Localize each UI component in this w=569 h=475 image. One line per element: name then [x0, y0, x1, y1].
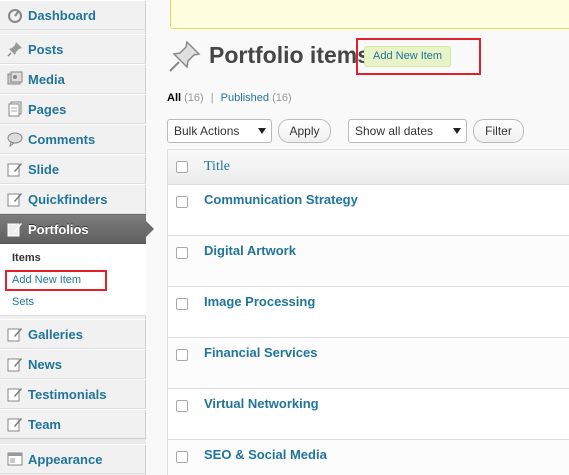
row-title-link[interactable]: Digital Artwork — [204, 243, 296, 258]
annotation-highlight-box — [356, 38, 481, 75]
date-filter-select[interactable]: Show all dates — [348, 119, 467, 143]
filter-published-count: (16) — [272, 92, 292, 104]
sidebar-item-quickfinders[interactable]: Quickfinders — [0, 184, 146, 214]
sidebar-item-comments[interactable]: Comments — [0, 124, 146, 154]
date-filter-value: Show all dates — [355, 124, 434, 138]
sidebar-item-posts[interactable]: Posts — [0, 34, 146, 64]
comment-bubble-icon — [6, 130, 24, 148]
row-title-link[interactable]: Virtual Networking — [204, 396, 319, 411]
row-title-link[interactable]: Image Processing — [204, 294, 315, 309]
filter-button-label: Filter — [485, 124, 512, 138]
edit-page-icon — [6, 415, 24, 433]
row-checkbox[interactable] — [176, 247, 188, 259]
row-title-link[interactable]: SEO & Social Media — [204, 447, 327, 462]
sidebar-item-label: News — [28, 356, 62, 372]
filter-all-link[interactable]: All — [167, 92, 181, 104]
sidebar-item-galleries[interactable]: Galleries — [0, 319, 146, 349]
table-header: Title — [168, 150, 569, 185]
sidebar-item-team[interactable]: Team — [0, 409, 146, 439]
filter-button[interactable]: Filter — [473, 119, 524, 143]
admin-notice — [170, 0, 569, 29]
table-row: Communication Strategy — [168, 185, 569, 236]
sidebar-item-label: Testimonials — [28, 386, 107, 402]
sidebar-item-label: Appearance — [28, 451, 103, 467]
sidebar-item-label: Comments — [28, 131, 96, 147]
apply-button-label: Apply — [289, 124, 320, 138]
sidebar-item-slide[interactable]: Slide — [0, 154, 146, 184]
column-header-title[interactable]: Title — [204, 159, 230, 175]
table-row: Financial Services — [168, 338, 569, 389]
table-row: Digital Artwork — [168, 236, 569, 287]
apply-button[interactable]: Apply — [278, 119, 331, 143]
row-checkbox[interactable] — [176, 451, 188, 463]
filter-separator: | — [210, 92, 214, 104]
edit-page-icon — [6, 220, 24, 238]
row-checkbox[interactable] — [176, 196, 188, 208]
bulk-actions-value: Bulk Actions — [174, 124, 240, 138]
chevron-down-icon — [258, 128, 266, 134]
bulk-actions-select[interactable]: Bulk Actions — [167, 119, 272, 143]
sidebar-item-label: Posts — [28, 41, 64, 57]
sidebar-item-appearance[interactable]: Appearance — [0, 444, 146, 474]
sidebar-item-label: Portfolios — [28, 221, 89, 237]
pages-icon — [6, 100, 24, 118]
sidebar-item-portfolios[interactable]: Portfolios — [0, 214, 154, 244]
edit-page-icon — [6, 355, 24, 373]
media-icon — [6, 70, 24, 88]
sidebar-item-label: Slide — [28, 161, 60, 177]
pushpin-icon — [167, 40, 201, 74]
status-filter-links: All (16) | Published (16) — [167, 92, 292, 104]
row-title-link[interactable]: Communication Strategy — [204, 192, 358, 207]
admin-sidebar: Dashboard Posts Media Pages Comments Sli… — [0, 0, 154, 475]
sidebar-item-label: Quickfinders — [28, 191, 108, 207]
edit-page-icon — [6, 190, 24, 208]
sidebar-item-pages[interactable]: Pages — [0, 94, 146, 124]
chevron-down-icon — [453, 128, 461, 134]
main-content: Portfolio items Add New Item All (16) | … — [146, 0, 569, 475]
table-row: Virtual Networking — [168, 389, 569, 440]
submenu-item-sets[interactable]: Sets — [12, 296, 34, 308]
select-all-checkbox[interactable] — [176, 161, 188, 173]
table-row: SEO & Social Media — [168, 440, 569, 475]
row-title-link[interactable]: Financial Services — [204, 345, 317, 360]
filter-all-count: (16) — [184, 92, 204, 104]
sidebar-item-label: Pages — [28, 101, 67, 117]
filter-published-link[interactable]: Published — [221, 92, 269, 104]
sidebar-item-news[interactable]: News — [0, 349, 146, 379]
sidebar-item-dashboard[interactable]: Dashboard — [0, 0, 146, 30]
appearance-icon — [6, 450, 24, 468]
pushpin-icon — [6, 40, 24, 58]
edit-page-icon — [6, 325, 24, 343]
sidebar-item-label: Media — [28, 71, 65, 87]
page-title: Portfolio items — [209, 42, 371, 68]
dashboard-icon — [6, 6, 24, 24]
sidebar-item-label: Dashboard — [28, 7, 96, 23]
table-row: Image Processing — [168, 287, 569, 338]
submenu-item-items[interactable]: Items — [12, 252, 41, 264]
sidebar-item-label: Team — [28, 416, 61, 432]
row-checkbox[interactable] — [176, 400, 188, 412]
portfolio-items-table: Title Communication Strategy Digital Art… — [167, 149, 569, 475]
sidebar-item-testimonials[interactable]: Testimonials — [0, 379, 146, 409]
row-checkbox[interactable] — [176, 349, 188, 361]
sidebar-item-media[interactable]: Media — [0, 64, 146, 94]
row-checkbox[interactable] — [176, 298, 188, 310]
annotation-highlight-box — [5, 270, 107, 291]
sidebar-item-label: Galleries — [28, 326, 83, 342]
edit-page-icon — [6, 160, 24, 178]
edit-page-icon — [6, 385, 24, 403]
